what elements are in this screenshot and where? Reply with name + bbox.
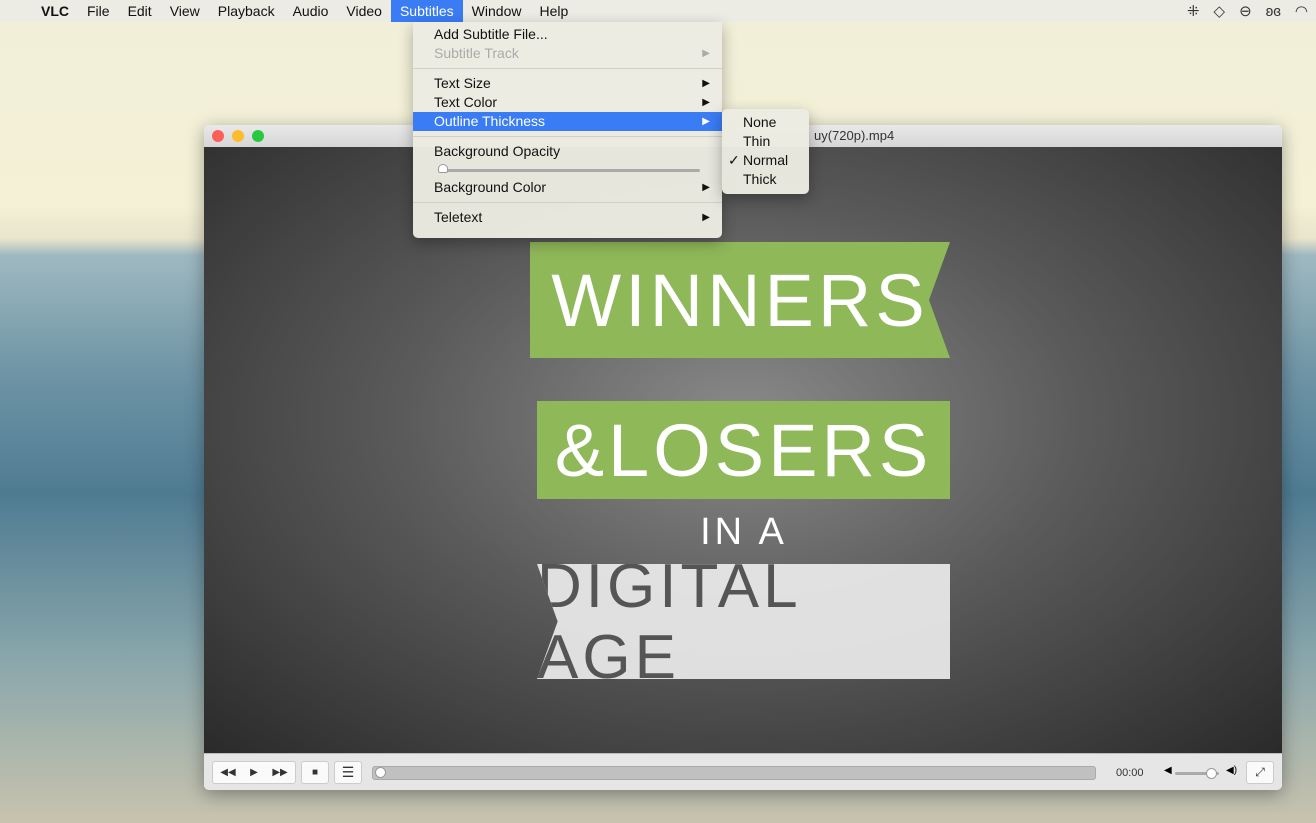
stop-button[interactable]: ■ xyxy=(301,761,329,784)
window-title: uy(720p).mp4 xyxy=(814,128,895,143)
playlist-button[interactable]: ☰ xyxy=(334,761,362,784)
label-background-opacity: Background Opacity xyxy=(434,143,561,159)
dropbox-icon[interactable]: ⁜ xyxy=(1187,2,1200,20)
video-title-line4: DIGITAL AGE xyxy=(537,564,950,679)
menu-item-add-subtitle-file[interactable]: Add Subtitle File... xyxy=(413,25,722,44)
submenu-arrow-icon: ▶ xyxy=(702,97,710,108)
wifi-icon[interactable]: ◠ xyxy=(1295,2,1308,20)
close-button[interactable] xyxy=(212,130,224,142)
seek-bar[interactable] xyxy=(372,766,1096,780)
menu-item-text-size[interactable]: Text Size ▶ xyxy=(413,74,722,93)
submenu-item-normal[interactable]: ✓ Normal xyxy=(722,151,809,170)
menu-window[interactable]: Window xyxy=(463,0,531,22)
submenu-item-thick[interactable]: Thick xyxy=(722,170,809,189)
menu-video[interactable]: Video xyxy=(337,0,391,22)
time-display: 00:00 xyxy=(1116,767,1144,779)
menu-playback[interactable]: Playback xyxy=(209,0,284,22)
volume-low-icon: ◀ xyxy=(1164,765,1172,776)
separator xyxy=(413,202,722,203)
separator xyxy=(413,68,722,69)
menu-audio[interactable]: Audio xyxy=(284,0,338,22)
submenu-arrow-icon: ▶ xyxy=(702,212,710,223)
submenu-arrow-icon: ▶ xyxy=(702,48,710,59)
fox-icon[interactable]: ◇ xyxy=(1214,2,1226,20)
video-area[interactable]: WINNERS &LOSERS IN A DIGITAL AGE xyxy=(204,147,1282,753)
menu-view[interactable]: View xyxy=(161,0,209,22)
menu-item-text-color[interactable]: Text Color ▶ xyxy=(413,93,722,112)
menu-item-subtitle-track: Subtitle Track ▶ xyxy=(434,45,710,61)
play-button[interactable]: ▶ xyxy=(250,767,258,778)
menu-item-teletext[interactable]: Teletext ▶ xyxy=(413,208,722,227)
video-title-line1: WINNERS xyxy=(530,242,950,358)
menu-file[interactable]: File xyxy=(78,0,119,22)
menu-help[interactable]: Help xyxy=(530,0,577,22)
subtitles-menu: Add Subtitle File... Subtitle Track ▶ Tex… xyxy=(413,22,722,238)
submenu-arrow-icon: ▶ xyxy=(702,182,710,193)
vlc-window: uy(720p).mp4 WINNERS &LOSERS IN A DIGITA… xyxy=(204,125,1282,790)
control-bar: ◀◀ ▶ ▶▶ ■ ☰ 00:00 ◀ ◀) ⤢ xyxy=(204,753,1282,790)
volume-slider[interactable] xyxy=(1175,768,1219,779)
background-opacity-slider[interactable] xyxy=(438,161,700,175)
fast-forward-button[interactable]: ▶▶ xyxy=(272,767,287,778)
submenu-item-none[interactable]: None xyxy=(722,113,809,132)
video-title-line3: IN A xyxy=(700,510,788,553)
video-title-line2: &LOSERS xyxy=(537,401,950,499)
volume-handle[interactable] xyxy=(1206,768,1218,779)
zoom-button[interactable] xyxy=(252,130,264,142)
menu-app[interactable]: VLC xyxy=(32,0,78,22)
transport-group: ◀◀ ▶ ▶▶ xyxy=(212,761,296,784)
circle-icon[interactable]: ⊖ xyxy=(1239,2,1252,20)
submenu-arrow-icon: ▶ xyxy=(702,78,710,89)
menu-item-background-color[interactable]: Background Color ▶ xyxy=(413,178,722,197)
butterfly-icon[interactable]: ʚɞ xyxy=(1266,3,1281,20)
opacity-handle[interactable] xyxy=(438,164,448,173)
submenu-item-thin[interactable]: Thin xyxy=(722,132,809,151)
menu-subtitles[interactable]: Subtitles xyxy=(390,0,463,22)
separator xyxy=(413,136,722,137)
menu-bar: VLC File Edit View Playback Audio Video … xyxy=(0,0,1316,22)
volume-high-icon: ◀) xyxy=(1226,765,1238,776)
submenu-arrow-icon: ▶ xyxy=(702,116,710,127)
menu-item-outline-thickness[interactable]: Outline Thickness ▶ xyxy=(413,112,722,131)
seek-handle[interactable] xyxy=(375,767,386,778)
checkmark-icon: ✓ xyxy=(728,152,740,168)
menu-edit[interactable]: Edit xyxy=(119,0,161,22)
rewind-button[interactable]: ◀◀ xyxy=(220,767,235,778)
fullscreen-button[interactable]: ⤢ xyxy=(1246,761,1274,784)
minimize-button[interactable] xyxy=(232,130,244,142)
outline-thickness-submenu: None Thin ✓ Normal Thick xyxy=(722,109,809,194)
